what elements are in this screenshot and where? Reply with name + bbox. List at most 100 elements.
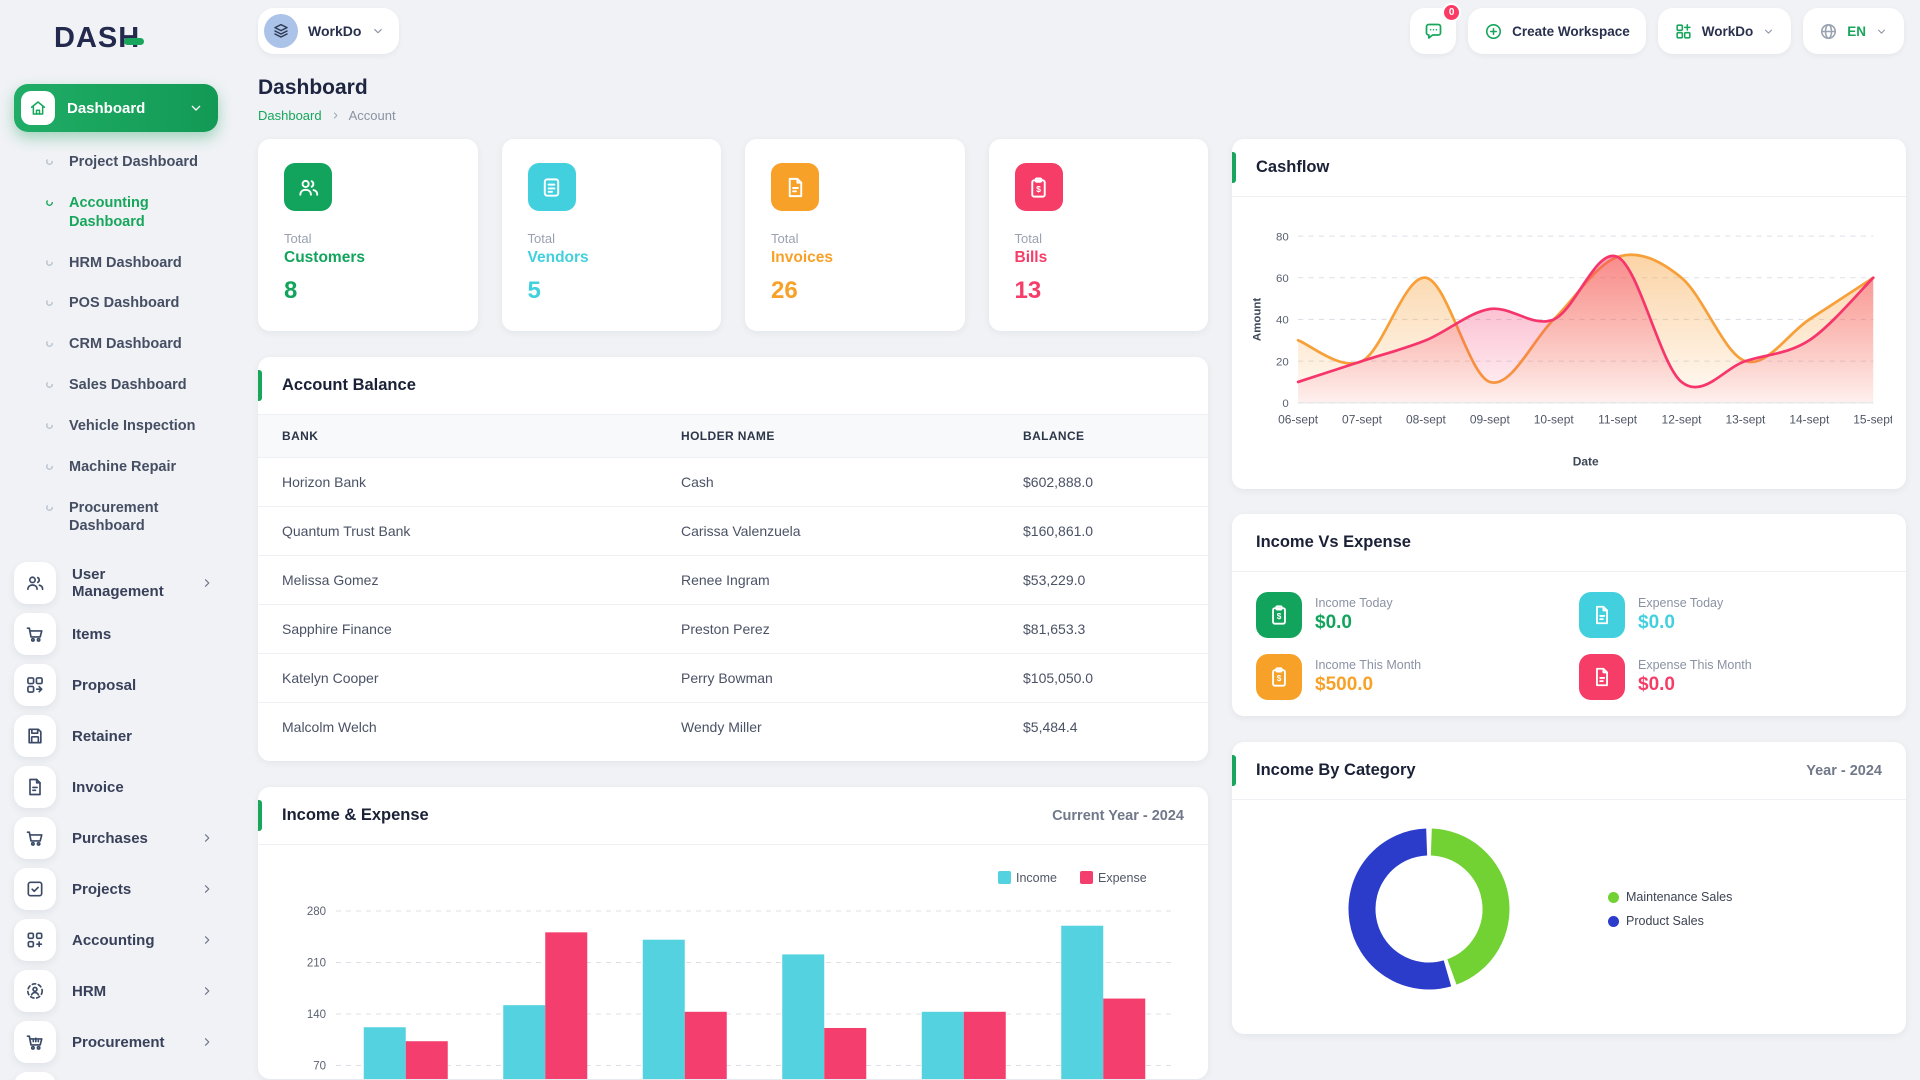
dot-icon (44, 297, 55, 308)
svg-text:Expense: Expense (1098, 871, 1147, 885)
apps-icon (1674, 22, 1693, 41)
ive-tile-expense-this-month: Expense This Month $0.0 (1579, 654, 1882, 700)
breadcrumb: Dashboard Account (258, 108, 1906, 123)
cell-holder: Perry Bowman (657, 654, 999, 703)
stat-prefix: Total (528, 231, 696, 246)
dot-icon (44, 156, 55, 167)
create-workspace-button[interactable]: Create Workspace (1468, 8, 1646, 54)
language-selector[interactable]: EN (1803, 8, 1904, 54)
sidebar-item-invoice[interactable]: Invoice (14, 765, 218, 809)
sidebar-item-projects[interactable]: Projects (14, 867, 218, 911)
stat-label: Invoices (771, 249, 939, 267)
sidebar-subitem-pos-dashboard[interactable]: POS Dashboard (14, 283, 218, 324)
cell-bank: Sapphire Finance (258, 605, 657, 654)
language-label: EN (1847, 24, 1866, 39)
table-row: Melissa Gomez Renee Ingram $53,229.0 (258, 556, 1208, 605)
ive-label: Expense This Month (1638, 658, 1752, 672)
sidebar-item-purchases[interactable]: Purchases (14, 816, 218, 860)
income-by-category-card: Income By Category Year - 2024 Maintenan… (1232, 742, 1906, 1034)
sidebar-item-items[interactable]: Items (14, 612, 218, 656)
sidebar-item-accounting[interactable]: Accounting (14, 918, 218, 962)
messages-badge: 0 (1442, 3, 1461, 22)
stat-label: Bills (1015, 249, 1183, 267)
sidebar-item-label: Procurement (72, 1034, 184, 1051)
sidebar-item-label: Accounting (72, 932, 184, 949)
sidebar-item-label: Projects (72, 881, 184, 898)
sidebar-subitem-vehicle-inspection[interactable]: Vehicle Inspection (14, 406, 218, 447)
svg-text:11-sept: 11-sept (1598, 413, 1638, 427)
sidebar-subitem-project-dashboard[interactable]: Project Dashboard (14, 142, 218, 183)
cell-bank: Melissa Gomez (258, 556, 657, 605)
workspace-switcher[interactable]: WorkDo (258, 8, 399, 54)
sidebar-item-retainer[interactable]: Retainer (14, 714, 218, 758)
sidebar-item-procurement[interactable]: Procurement (14, 1020, 218, 1064)
sidebar-subitem-label: Vehicle Inspection (69, 417, 196, 436)
home-icon (29, 99, 47, 117)
sidebar-item-proposal[interactable]: Proposal (14, 663, 218, 707)
sidebar-subitem-procurement-dashboard[interactable]: Procurement Dashboard (14, 488, 218, 548)
sidebar[interactable]: DASH Dashboard Project Dashboard Account… (0, 0, 232, 1080)
chevron-right-icon (200, 831, 214, 845)
stat-label: Vendors (528, 249, 696, 267)
chevron-right-icon (200, 933, 214, 947)
stat-card-invoices: Total Invoices 26 (745, 139, 965, 331)
svg-text:08-sept: 08-sept (1406, 413, 1447, 427)
workdo-menu-button[interactable]: WorkDo (1658, 8, 1792, 54)
ive-value: $0.0 (1638, 674, 1752, 696)
svg-text:13-sept: 13-sept (1725, 413, 1766, 427)
sidebar-subitem-sales-dashboard[interactable]: Sales Dashboard (14, 365, 218, 406)
proposal-icon (25, 675, 45, 695)
sidebar-subitem-hrm-dashboard[interactable]: HRM Dashboard (14, 243, 218, 284)
sidebar-item-user-management[interactable]: User Management (14, 561, 218, 605)
ive-tile-income-today: $ Income Today $0.0 (1256, 592, 1559, 638)
ive-label: Expense Today (1638, 596, 1723, 610)
table-row: Quantum Trust Bank Carissa Valenzuela $1… (258, 507, 1208, 556)
legend-label: Maintenance Sales (1626, 890, 1732, 904)
messages-button[interactable]: 0 (1410, 8, 1456, 54)
sidebar-subitem-crm-dashboard[interactable]: CRM Dashboard (14, 324, 218, 365)
sidebar-item-dashboard[interactable]: Dashboard (14, 84, 218, 132)
sidebar-item-label: User Management (72, 566, 184, 600)
stats-row: Total Customers 8 Total Vendors 5 Total … (258, 139, 1208, 331)
cell-holder: Cash (657, 458, 999, 507)
legend-dot (1608, 916, 1619, 927)
sidebar-item-hrm[interactable]: HRM (14, 969, 218, 1013)
sidebar-subitem-label: Project Dashboard (69, 153, 198, 172)
svg-text:0: 0 (1282, 398, 1288, 410)
sidebar-item-pos[interactable]: POS (14, 1071, 218, 1080)
stat-card-customers: Total Customers 8 (258, 139, 478, 331)
legend-item-maintenance-sales: Maintenance Sales (1608, 890, 1732, 904)
chat-icon (1423, 21, 1444, 42)
sidebar-subitem-label: Procurement Dashboard (69, 499, 208, 537)
svg-text:$: $ (1277, 612, 1282, 621)
create-workspace-label: Create Workspace (1512, 24, 1630, 39)
workspace-name: WorkDo (308, 23, 361, 39)
file-icon (1591, 604, 1613, 626)
cell-holder: Renee Ingram (657, 556, 999, 605)
table-row: Sapphire Finance Preston Perez $81,653.3 (258, 605, 1208, 654)
sidebar-subitem-accounting-dashboard[interactable]: Accounting Dashboard (14, 183, 218, 243)
card-title: Account Balance (282, 376, 416, 395)
svg-text:Income: Income (1016, 871, 1057, 885)
clipboard-icon: $ (1268, 666, 1290, 688)
globe-icon (1819, 22, 1838, 41)
cell-balance: $5,484.4 (999, 703, 1208, 752)
sidebar-item-label: Retainer (72, 728, 218, 745)
income-vs-expense-card: Income Vs Expense $ Income Today $0.0 Ex… (1232, 514, 1906, 716)
card-title: Income & Expense (282, 806, 429, 825)
breadcrumb-current: Account (349, 108, 396, 123)
stat-card-vendors: Total Vendors 5 (502, 139, 722, 331)
workdo-menu-label: WorkDo (1702, 24, 1754, 39)
svg-text:60: 60 (1276, 273, 1289, 285)
note-icon (540, 176, 563, 199)
breadcrumb-dashboard-link[interactable]: Dashboard (258, 108, 322, 123)
column-header: BALANCE (999, 415, 1208, 458)
cell-holder: Carissa Valenzuela (657, 507, 999, 556)
sidebar-subitem-machine-repair[interactable]: Machine Repair (14, 447, 218, 488)
app-logo[interactable]: DASH (0, 14, 232, 62)
cell-balance: $81,653.3 (999, 605, 1208, 654)
ive-value: $0.0 (1638, 612, 1723, 634)
income-expense-bar-chart: 280210140700JanuaryFebruaryMarchAprilMay… (258, 845, 1208, 1079)
account-balance-card: Account Balance BANK HOLDER NAME BALANCE… (258, 357, 1208, 761)
chevron-right-icon (330, 110, 341, 121)
